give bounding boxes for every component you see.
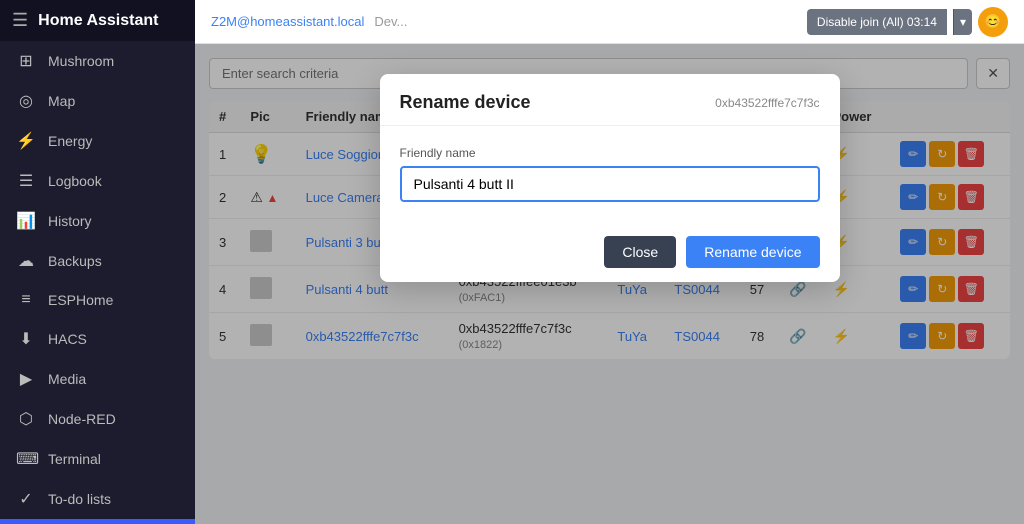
sidebar-item-label: History [48,213,92,229]
history-icon: 📊 [16,211,36,231]
sidebar-item-zigbee2mqtt[interactable]: ⬡ Zigbee2MQTT [0,519,195,524]
modal-device-id: 0xb43522fffe7c7f3c [715,96,819,110]
sidebar-item-label: Logbook [48,173,102,189]
sidebar-item-label: To-do lists [48,491,111,507]
sidebar-item-label: Map [48,93,75,109]
modal-header: Rename device 0xb43522fffe7c7f3c [380,74,840,126]
sidebar-item-energy[interactable]: ⚡ Energy [0,121,195,161]
sidebar-item-label: Energy [48,133,92,149]
disable-join-dropdown[interactable]: ▾ [953,9,972,35]
media-icon: ▶ [16,369,36,389]
modal-body: Friendly name [380,126,840,222]
rename-device-button[interactable]: Rename device [686,236,819,268]
hamburger-icon[interactable]: ☰ [12,10,28,31]
terminal-icon: ⌨ [16,449,36,469]
sidebar-item-label: Node-RED [48,411,116,427]
sidebar-item-label: HACS [48,331,87,347]
modal-title: Rename device [400,92,531,113]
sidebar-header: ☰ Home Assistant [0,0,195,41]
sidebar: ☰ Home Assistant ⊞ Mushroom ◎ Map ⚡ Ener… [0,0,195,524]
modal-label: Friendly name [400,146,820,160]
sidebar-item-todo[interactable]: ✓ To-do lists [0,479,195,519]
sidebar-item-map[interactable]: ◎ Map [0,81,195,121]
sidebar-item-label: Terminal [48,451,101,467]
app-title: Home Assistant [38,12,158,30]
close-modal-button[interactable]: Close [604,236,676,268]
sidebar-item-history[interactable]: 📊 History [0,201,195,241]
logbook-icon: ☰ [16,171,36,191]
sidebar-item-hacs[interactable]: ⬇ HACS [0,319,195,359]
modal-footer: Close Rename device [380,222,840,282]
breadcrumb-sep: Dev... [374,14,407,29]
main-content: Z2M@homeassistant.local Dev... Disable j… [195,0,1024,524]
esphome-icon: ≡ [16,291,36,309]
sidebar-item-logbook[interactable]: ☰ Logbook [0,161,195,201]
hacs-icon: ⬇ [16,329,36,349]
friendly-name-input[interactable] [400,166,820,202]
rename-modal: Rename device 0xb43522fffe7c7f3c Friendl… [380,74,840,282]
map-icon: ◎ [16,91,36,111]
sidebar-item-node-red[interactable]: ⬡ Node-RED [0,399,195,439]
sidebar-item-label: ESPHome [48,292,113,308]
mushroom-icon: ⊞ [16,51,36,71]
sidebar-item-label: Backups [48,253,102,269]
topbar: Z2M@homeassistant.local Dev... Disable j… [195,0,1024,44]
node-red-icon: ⬡ [16,409,36,429]
sidebar-item-mushroom[interactable]: ⊞ Mushroom [0,41,195,81]
sidebar-item-backups[interactable]: ☁ Backups [0,241,195,281]
content-area: ✕ # Pic Friendly name Power [195,44,1024,524]
sidebar-item-label: Mushroom [48,53,114,69]
energy-icon: ⚡ [16,131,36,151]
sidebar-item-terminal[interactable]: ⌨ Terminal [0,439,195,479]
backups-icon: ☁ [16,251,36,271]
sidebar-item-esphome[interactable]: ≡ ESPHome [0,281,195,319]
breadcrumb-link[interactable]: Z2M@homeassistant.local [211,14,364,29]
sidebar-item-label: Media [48,371,86,387]
modal-overlay: Rename device 0xb43522fffe7c7f3c Friendl… [195,44,1024,524]
disable-join-button[interactable]: Disable join (All) 03:14 [807,9,947,35]
topbar-actions: Disable join (All) 03:14 ▾ 😊 [807,7,1008,37]
avatar-button[interactable]: 😊 [978,7,1008,37]
sidebar-item-media[interactable]: ▶ Media [0,359,195,399]
todo-icon: ✓ [16,489,36,509]
